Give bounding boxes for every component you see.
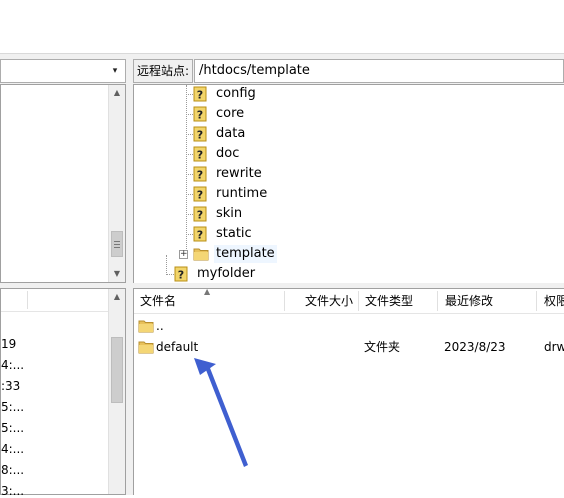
file-type: 文件夹 (364, 340, 401, 354)
file-modified: 2023/8/23 (444, 340, 506, 354)
local-path-combobox[interactable]: ▾ (0, 59, 126, 83)
local-list-cell: 5:... (1, 421, 25, 435)
svg-text:?: ? (197, 109, 203, 122)
tree-item-label: myfolder (197, 266, 256, 281)
svg-text:?: ? (197, 129, 203, 142)
svg-text:?: ? (197, 229, 203, 242)
top-strip (0, 0, 564, 53)
local-list-cell: 4:... (1, 358, 25, 372)
local-list-cell: :33 (1, 379, 21, 393)
unknown-type-icon: ? (193, 186, 207, 202)
local-file-list[interactable]: 19 4:... :33 5:... 5:... 4:... 8:... 3:.… (0, 288, 126, 498)
file-list-header: ▲ 文件名 文件大小 文件类型 最近修改 权限 (134, 287, 564, 314)
tree-item-label: template (214, 245, 277, 263)
unknown-type-icon: ? (193, 206, 207, 222)
local-directory-tree[interactable]: ▲ ▼ (0, 84, 126, 283)
local-list-cell: 8:... (1, 463, 25, 477)
remote-path-input[interactable]: /htdocs/template (194, 59, 564, 83)
svg-text:?: ? (197, 169, 203, 182)
local-list-scrollbar[interactable]: ▲ (108, 289, 125, 494)
unknown-type-icon: ? (193, 126, 207, 142)
annotation-arrow-icon (194, 358, 248, 467)
column-header-filename[interactable]: 文件名 (140, 289, 176, 313)
unknown-type-icon: ? (193, 226, 207, 242)
column-header-filesize[interactable]: 文件大小 (305, 289, 353, 313)
column-header-modified[interactable]: 最近修改 (445, 289, 493, 313)
unknown-type-icon: ? (193, 86, 207, 102)
local-list-cell: 5:... (1, 400, 25, 414)
local-tree-scrollbar[interactable]: ▲ ▼ (108, 85, 125, 282)
unknown-type-icon: ? (193, 146, 207, 162)
column-header-permissions[interactable]: 权限 (544, 289, 564, 313)
svg-text:?: ? (197, 89, 203, 102)
folder-icon (138, 341, 154, 354)
folder-icon (193, 248, 209, 261)
scrollbar-thumb[interactable] (111, 231, 123, 257)
remote-directory-tree[interactable]: ? config ? core ? data ? doc ? rewrite ?… (133, 84, 564, 283)
tree-item-label: config (216, 86, 256, 101)
file-row-parent[interactable]: .. (134, 316, 564, 336)
scroll-up-arrow-icon[interactable]: ▲ (109, 289, 125, 305)
tree-item-label: static (216, 226, 252, 241)
tree-item-label: rewrite (216, 166, 262, 181)
scrollbar-thumb[interactable] (111, 337, 123, 403)
file-permissions: drw (544, 340, 564, 354)
tree-expand-toggle[interactable]: + (179, 250, 188, 259)
tree-item-label: core (216, 106, 245, 121)
tree-item-label: skin (216, 206, 243, 221)
svg-text:?: ? (197, 189, 203, 202)
svg-text:?: ? (197, 149, 203, 162)
tree-item-label: runtime (216, 186, 268, 201)
chevron-down-icon[interactable]: ▾ (107, 62, 123, 80)
tree-item-label: data (216, 126, 246, 141)
unknown-type-icon: ? (174, 266, 188, 282)
local-list-cell: 19 (1, 337, 17, 351)
svg-text:?: ? (178, 269, 184, 282)
file-name: .. (156, 319, 164, 333)
local-list-cell: 4:... (1, 442, 25, 456)
column-header-filetype[interactable]: 文件类型 (365, 289, 413, 313)
local-list-cell: 3:... (1, 484, 25, 498)
local-list-header (1, 289, 108, 312)
folder-icon (138, 320, 154, 333)
unknown-type-icon: ? (193, 166, 207, 182)
unknown-type-icon: ? (193, 106, 207, 122)
sort-ascending-icon: ▲ (204, 287, 211, 296)
scroll-up-arrow-icon[interactable]: ▲ (109, 85, 125, 101)
tree-item-label: doc (216, 146, 240, 161)
scroll-down-arrow-icon[interactable]: ▼ (109, 266, 125, 282)
remote-site-label: 远程站点: (133, 59, 193, 83)
svg-text:?: ? (197, 209, 203, 222)
